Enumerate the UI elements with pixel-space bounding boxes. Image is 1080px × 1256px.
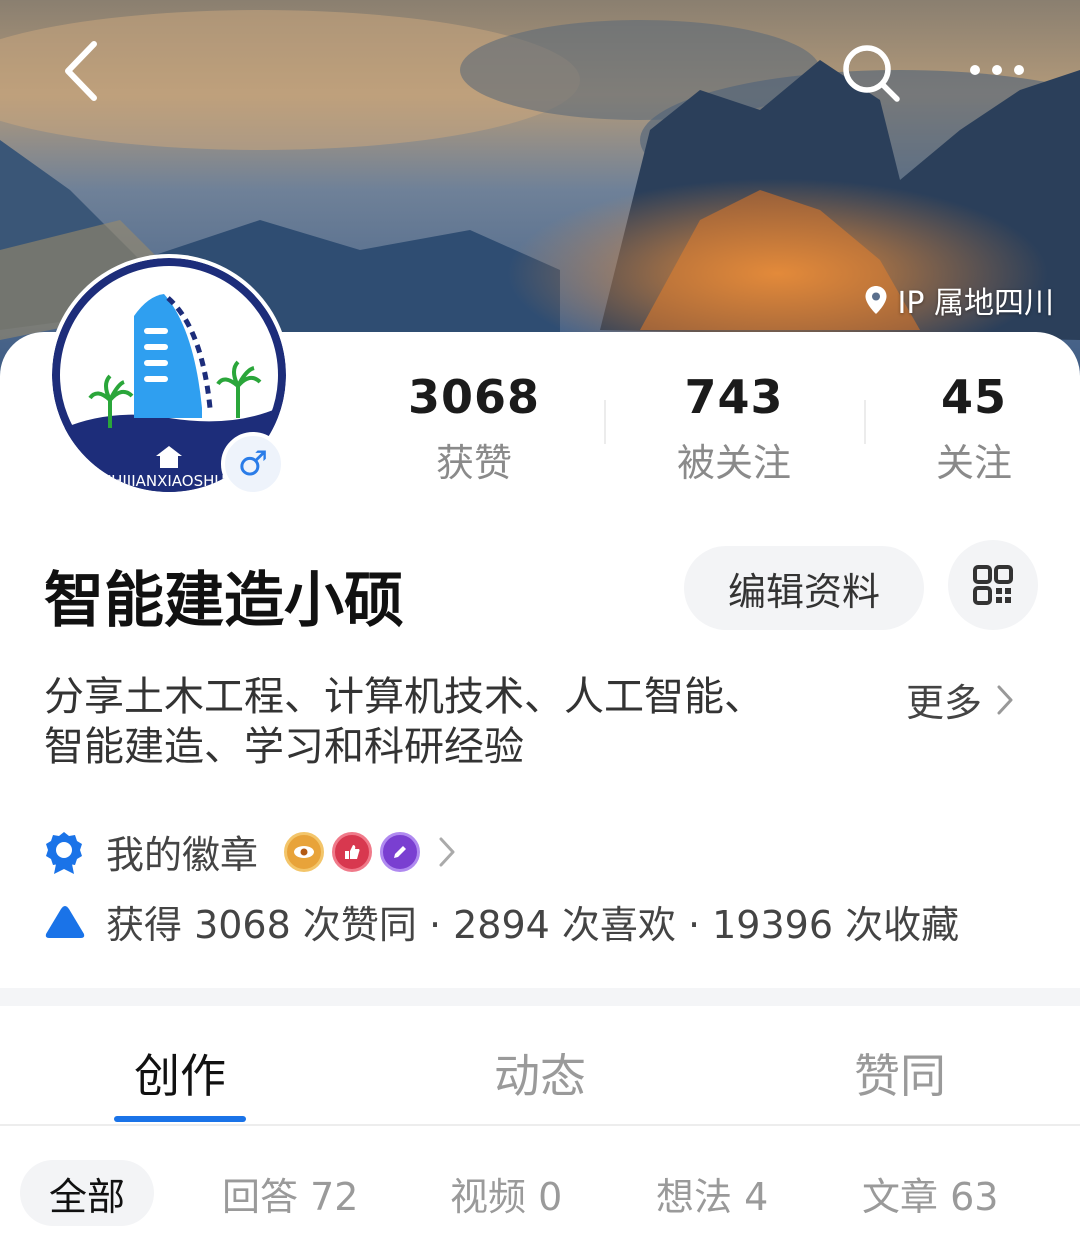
subtab-all[interactable]: 全部	[20, 1160, 154, 1226]
qr-code-icon	[973, 565, 1013, 605]
ip-location: IP 属地四川	[864, 278, 1054, 322]
qr-code-button[interactable]	[948, 540, 1038, 630]
stat-followers-label: 被关注	[676, 441, 791, 485]
more-button[interactable]: 更多	[906, 672, 1014, 727]
subtab-videos[interactable]: 视频 0	[450, 1160, 562, 1226]
more-options-icon[interactable]	[968, 62, 1026, 78]
pen-badge-icon	[380, 831, 421, 872]
subtab-answers[interactable]: 回答 72	[222, 1160, 358, 1226]
achievements-row: 获得 3068 次赞同 · 2894 次喜欢 · 19396 次收藏	[44, 894, 959, 949]
achievements-text: 获得 3068 次赞同 · 2894 次喜欢 · 19396 次收藏	[106, 903, 960, 947]
badges-row[interactable]: 我的徽章	[44, 824, 456, 879]
badges-label: 我的徽章	[106, 833, 259, 877]
stat-followers-value: 743	[684, 370, 784, 424]
profile-name: 智能建造小硕	[44, 566, 404, 636]
profile-bio: 分享土木工程、计算机技术、人工智能、 智能建造、学习和科研经验	[44, 672, 844, 772]
bio-line: 智能建造、学习和科研经验	[44, 724, 524, 770]
ip-location-text: IP 属地四川	[897, 286, 1054, 321]
stat-likes[interactable]: 3068 获赞	[354, 370, 594, 487]
subtab-thoughts[interactable]: 想法 4	[656, 1160, 768, 1226]
stat-likes-label: 获赞	[435, 441, 512, 485]
subtab-articles[interactable]: 文章 63	[862, 1160, 998, 1226]
medal-icon	[46, 831, 82, 874]
section-divider	[0, 988, 1080, 1006]
gender-male-icon: ♂	[221, 432, 285, 496]
eye-badge-icon	[284, 831, 325, 872]
stat-divider	[604, 400, 606, 444]
location-pin-icon	[865, 286, 887, 314]
edit-profile-button[interactable]: 编辑资料	[684, 546, 924, 630]
thumbs-up-badge-icon	[332, 831, 373, 872]
tab-creations[interactable]: 创作	[80, 1040, 280, 1106]
tab-activity[interactable]: 动态	[440, 1040, 640, 1106]
tabs-divider	[0, 1124, 1080, 1126]
search-icon[interactable]	[840, 42, 902, 104]
bio-line: 分享土木工程、计算机技术、人工智能、	[44, 674, 764, 720]
chevron-right-icon	[997, 685, 1013, 714]
triangle-icon	[45, 905, 85, 938]
active-tab-indicator	[114, 1116, 246, 1122]
chevron-right-icon	[439, 837, 455, 866]
stat-following[interactable]: 45 关注	[854, 370, 1080, 487]
more-label: 更多	[906, 681, 983, 725]
stat-following-label: 关注	[935, 441, 1012, 485]
tab-upvotes[interactable]: 赞同	[800, 1040, 1000, 1106]
stat-following-value: 45	[940, 370, 1007, 424]
stat-followers[interactable]: 743 被关注	[614, 370, 854, 487]
stat-likes-value: 3068	[407, 370, 541, 424]
back-arrow-icon[interactable]	[62, 40, 100, 102]
